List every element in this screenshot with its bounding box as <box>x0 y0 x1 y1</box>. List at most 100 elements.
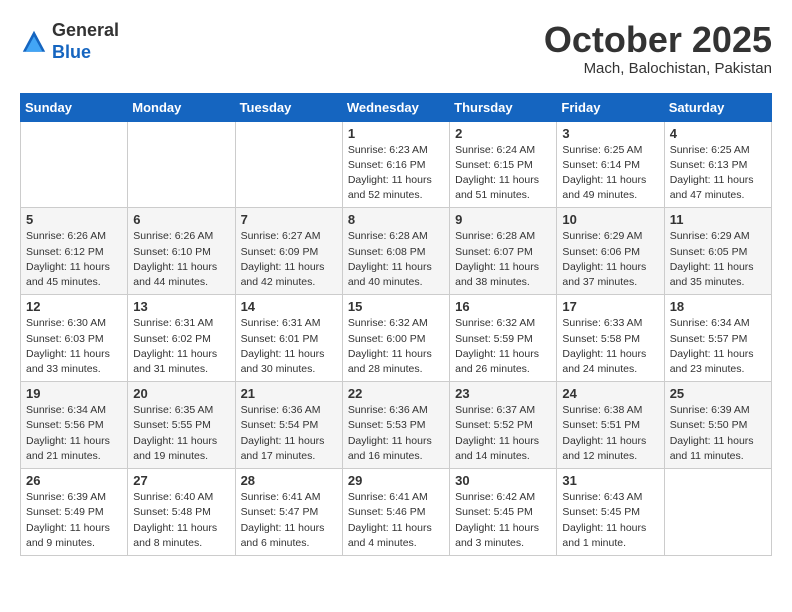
weekday-header-friday: Friday <box>557 93 664 121</box>
calendar-cell: 24Sunrise: 6:38 AMSunset: 5:51 PMDayligh… <box>557 382 664 469</box>
day-info: Sunrise: 6:36 AMSunset: 5:53 PMDaylight:… <box>348 403 444 464</box>
day-number: 30 <box>455 473 551 488</box>
day-number: 9 <box>455 212 551 227</box>
day-info: Sunrise: 6:38 AMSunset: 5:51 PMDaylight:… <box>562 403 658 464</box>
day-info: Sunrise: 6:42 AMSunset: 5:45 PMDaylight:… <box>455 490 551 551</box>
day-info: Sunrise: 6:43 AMSunset: 5:45 PMDaylight:… <box>562 490 658 551</box>
day-info: Sunrise: 6:37 AMSunset: 5:52 PMDaylight:… <box>455 403 551 464</box>
logo: General Blue <box>20 20 119 63</box>
day-info: Sunrise: 6:34 AMSunset: 5:57 PMDaylight:… <box>670 316 766 377</box>
day-number: 23 <box>455 386 551 401</box>
calendar-cell: 20 Sunrise: 6:35 AMSunset: 5:55 PMDayligh… <box>128 382 235 469</box>
day-info: Sunrise: 6:33 AMSunset: 5:58 PMDaylight:… <box>562 316 658 377</box>
title-block: October 2025 Mach, Balochistan, Pakistan <box>544 20 772 77</box>
day-number: 8 <box>348 212 444 227</box>
calendar-cell: 16Sunrise: 6:32 AMSunset: 5:59 PMDayligh… <box>450 295 557 382</box>
calendar-cell <box>21 121 128 208</box>
day-number: 25 <box>670 386 766 401</box>
day-number: 10 <box>562 212 658 227</box>
day-number: 5 <box>26 212 122 227</box>
page-header: General Blue October 2025 Mach, Balochis… <box>20 20 772 77</box>
day-info: Sunrise: 6:36 AMSunset: 5:54 PMDaylight:… <box>241 403 337 464</box>
calendar-cell <box>128 121 235 208</box>
logo-blue: Blue <box>52 42 91 62</box>
day-number: 3 <box>562 126 658 141</box>
weekday-header-sunday: Sunday <box>21 93 128 121</box>
logo-icon <box>20 28 48 56</box>
week-row-2: 5 Sunrise: 6:26 AMSunset: 6:12 PMDaylight… <box>21 208 772 295</box>
day-number: 31 <box>562 473 658 488</box>
day-info: Sunrise: 6:29 AMSunset: 6:06 PMDaylight:… <box>562 229 658 290</box>
calendar-cell: 22 Sunrise: 6:36 AMSunset: 5:53 PMDayligh… <box>342 382 449 469</box>
day-info: Sunrise: 6:28 AMSunset: 6:08 PMDaylight:… <box>348 229 444 290</box>
day-info: Sunrise: 6:29 AMSunset: 6:05 PMDaylight:… <box>670 229 766 290</box>
calendar-cell: 26Sunrise: 6:39 AMSunset: 5:49 PMDayligh… <box>21 469 128 556</box>
calendar-cell: 10 Sunrise: 6:29 AMSunset: 6:06 PMDayligh… <box>557 208 664 295</box>
day-number: 2 <box>455 126 551 141</box>
calendar-cell: 8 Sunrise: 6:28 AMSunset: 6:08 PMDaylight… <box>342 208 449 295</box>
day-number: 28 <box>241 473 337 488</box>
calendar-cell: 25 Sunrise: 6:39 AMSunset: 5:50 PMDayligh… <box>664 382 771 469</box>
day-number: 13 <box>133 299 229 314</box>
day-info: Sunrise: 6:23 AMSunset: 6:16 PMDaylight:… <box>348 143 444 204</box>
day-number: 22 <box>348 386 444 401</box>
calendar-cell: 11 Sunrise: 6:29 AMSunset: 6:05 PMDayligh… <box>664 208 771 295</box>
day-info: Sunrise: 6:27 AMSunset: 6:09 PMDaylight:… <box>241 229 337 290</box>
day-number: 14 <box>241 299 337 314</box>
day-number: 15 <box>348 299 444 314</box>
week-row-4: 19 Sunrise: 6:34 AMSunset: 5:56 PMDayligh… <box>21 382 772 469</box>
weekday-header-wednesday: Wednesday <box>342 93 449 121</box>
day-info: Sunrise: 6:25 AMSunset: 6:14 PMDaylight:… <box>562 143 658 204</box>
calendar-cell: 30 Sunrise: 6:42 AMSunset: 5:45 PMDayligh… <box>450 469 557 556</box>
calendar-cell: 5 Sunrise: 6:26 AMSunset: 6:12 PMDaylight… <box>21 208 128 295</box>
calendar-cell: 18Sunrise: 6:34 AMSunset: 5:57 PMDayligh… <box>664 295 771 382</box>
day-info: Sunrise: 6:40 AMSunset: 5:48 PMDaylight:… <box>133 490 229 551</box>
calendar-cell: 31 Sunrise: 6:43 AMSunset: 5:45 PMDayligh… <box>557 469 664 556</box>
weekday-header-tuesday: Tuesday <box>235 93 342 121</box>
day-info: Sunrise: 6:35 AMSunset: 5:55 PMDaylight:… <box>133 403 229 464</box>
day-info: Sunrise: 6:31 AMSunset: 6:01 PMDaylight:… <box>241 316 337 377</box>
calendar-cell: 23 Sunrise: 6:37 AMSunset: 5:52 PMDayligh… <box>450 382 557 469</box>
weekday-header-thursday: Thursday <box>450 93 557 121</box>
calendar-cell: 27 Sunrise: 6:40 AMSunset: 5:48 PMDayligh… <box>128 469 235 556</box>
calendar-cell: 9Sunrise: 6:28 AMSunset: 6:07 PMDaylight… <box>450 208 557 295</box>
day-info: Sunrise: 6:26 AMSunset: 6:12 PMDaylight:… <box>26 229 122 290</box>
calendar-cell: 12Sunrise: 6:30 AMSunset: 6:03 PMDayligh… <box>21 295 128 382</box>
weekday-header-saturday: Saturday <box>664 93 771 121</box>
day-number: 20 <box>133 386 229 401</box>
day-info: Sunrise: 6:34 AMSunset: 5:56 PMDaylight:… <box>26 403 122 464</box>
calendar-cell <box>235 121 342 208</box>
day-info: Sunrise: 6:32 AMSunset: 5:59 PMDaylight:… <box>455 316 551 377</box>
calendar-cell: 3 Sunrise: 6:25 AMSunset: 6:14 PMDaylight… <box>557 121 664 208</box>
calendar-cell: 21 Sunrise: 6:36 AMSunset: 5:54 PMDayligh… <box>235 382 342 469</box>
day-number: 6 <box>133 212 229 227</box>
calendar-cell: 13 Sunrise: 6:31 AMSunset: 6:02 PMDayligh… <box>128 295 235 382</box>
day-number: 29 <box>348 473 444 488</box>
day-info: Sunrise: 6:39 AMSunset: 5:50 PMDaylight:… <box>670 403 766 464</box>
logo-general: General <box>52 20 119 40</box>
day-number: 21 <box>241 386 337 401</box>
calendar-cell: 28 Sunrise: 6:41 AMSunset: 5:47 PMDayligh… <box>235 469 342 556</box>
weekday-header-row: SundayMondayTuesdayWednesdayThursdayFrid… <box>21 93 772 121</box>
day-number: 7 <box>241 212 337 227</box>
day-info: Sunrise: 6:31 AMSunset: 6:02 PMDaylight:… <box>133 316 229 377</box>
week-row-1: 1 Sunrise: 6:23 AMSunset: 6:16 PMDaylight… <box>21 121 772 208</box>
day-number: 4 <box>670 126 766 141</box>
day-info: Sunrise: 6:32 AMSunset: 6:00 PMDaylight:… <box>348 316 444 377</box>
day-number: 11 <box>670 212 766 227</box>
calendar-cell: 14 Sunrise: 6:31 AMSunset: 6:01 PMDayligh… <box>235 295 342 382</box>
day-info: Sunrise: 6:24 AMSunset: 6:15 PMDaylight:… <box>455 143 551 204</box>
calendar-table: SundayMondayTuesdayWednesdayThursdayFrid… <box>20 93 772 556</box>
calendar-cell: 2 Sunrise: 6:24 AMSunset: 6:15 PMDaylight… <box>450 121 557 208</box>
day-info: Sunrise: 6:26 AMSunset: 6:10 PMDaylight:… <box>133 229 229 290</box>
calendar-cell: 6 Sunrise: 6:26 AMSunset: 6:10 PMDaylight… <box>128 208 235 295</box>
day-number: 17 <box>562 299 658 314</box>
day-number: 27 <box>133 473 229 488</box>
calendar-cell: 17 Sunrise: 6:33 AMSunset: 5:58 PMDayligh… <box>557 295 664 382</box>
week-row-3: 12Sunrise: 6:30 AMSunset: 6:03 PMDayligh… <box>21 295 772 382</box>
day-info: Sunrise: 6:25 AMSunset: 6:13 PMDaylight:… <box>670 143 766 204</box>
day-number: 19 <box>26 386 122 401</box>
day-number: 1 <box>348 126 444 141</box>
calendar-cell: 1 Sunrise: 6:23 AMSunset: 6:16 PMDaylight… <box>342 121 449 208</box>
day-info: Sunrise: 6:41 AMSunset: 5:47 PMDaylight:… <box>241 490 337 551</box>
